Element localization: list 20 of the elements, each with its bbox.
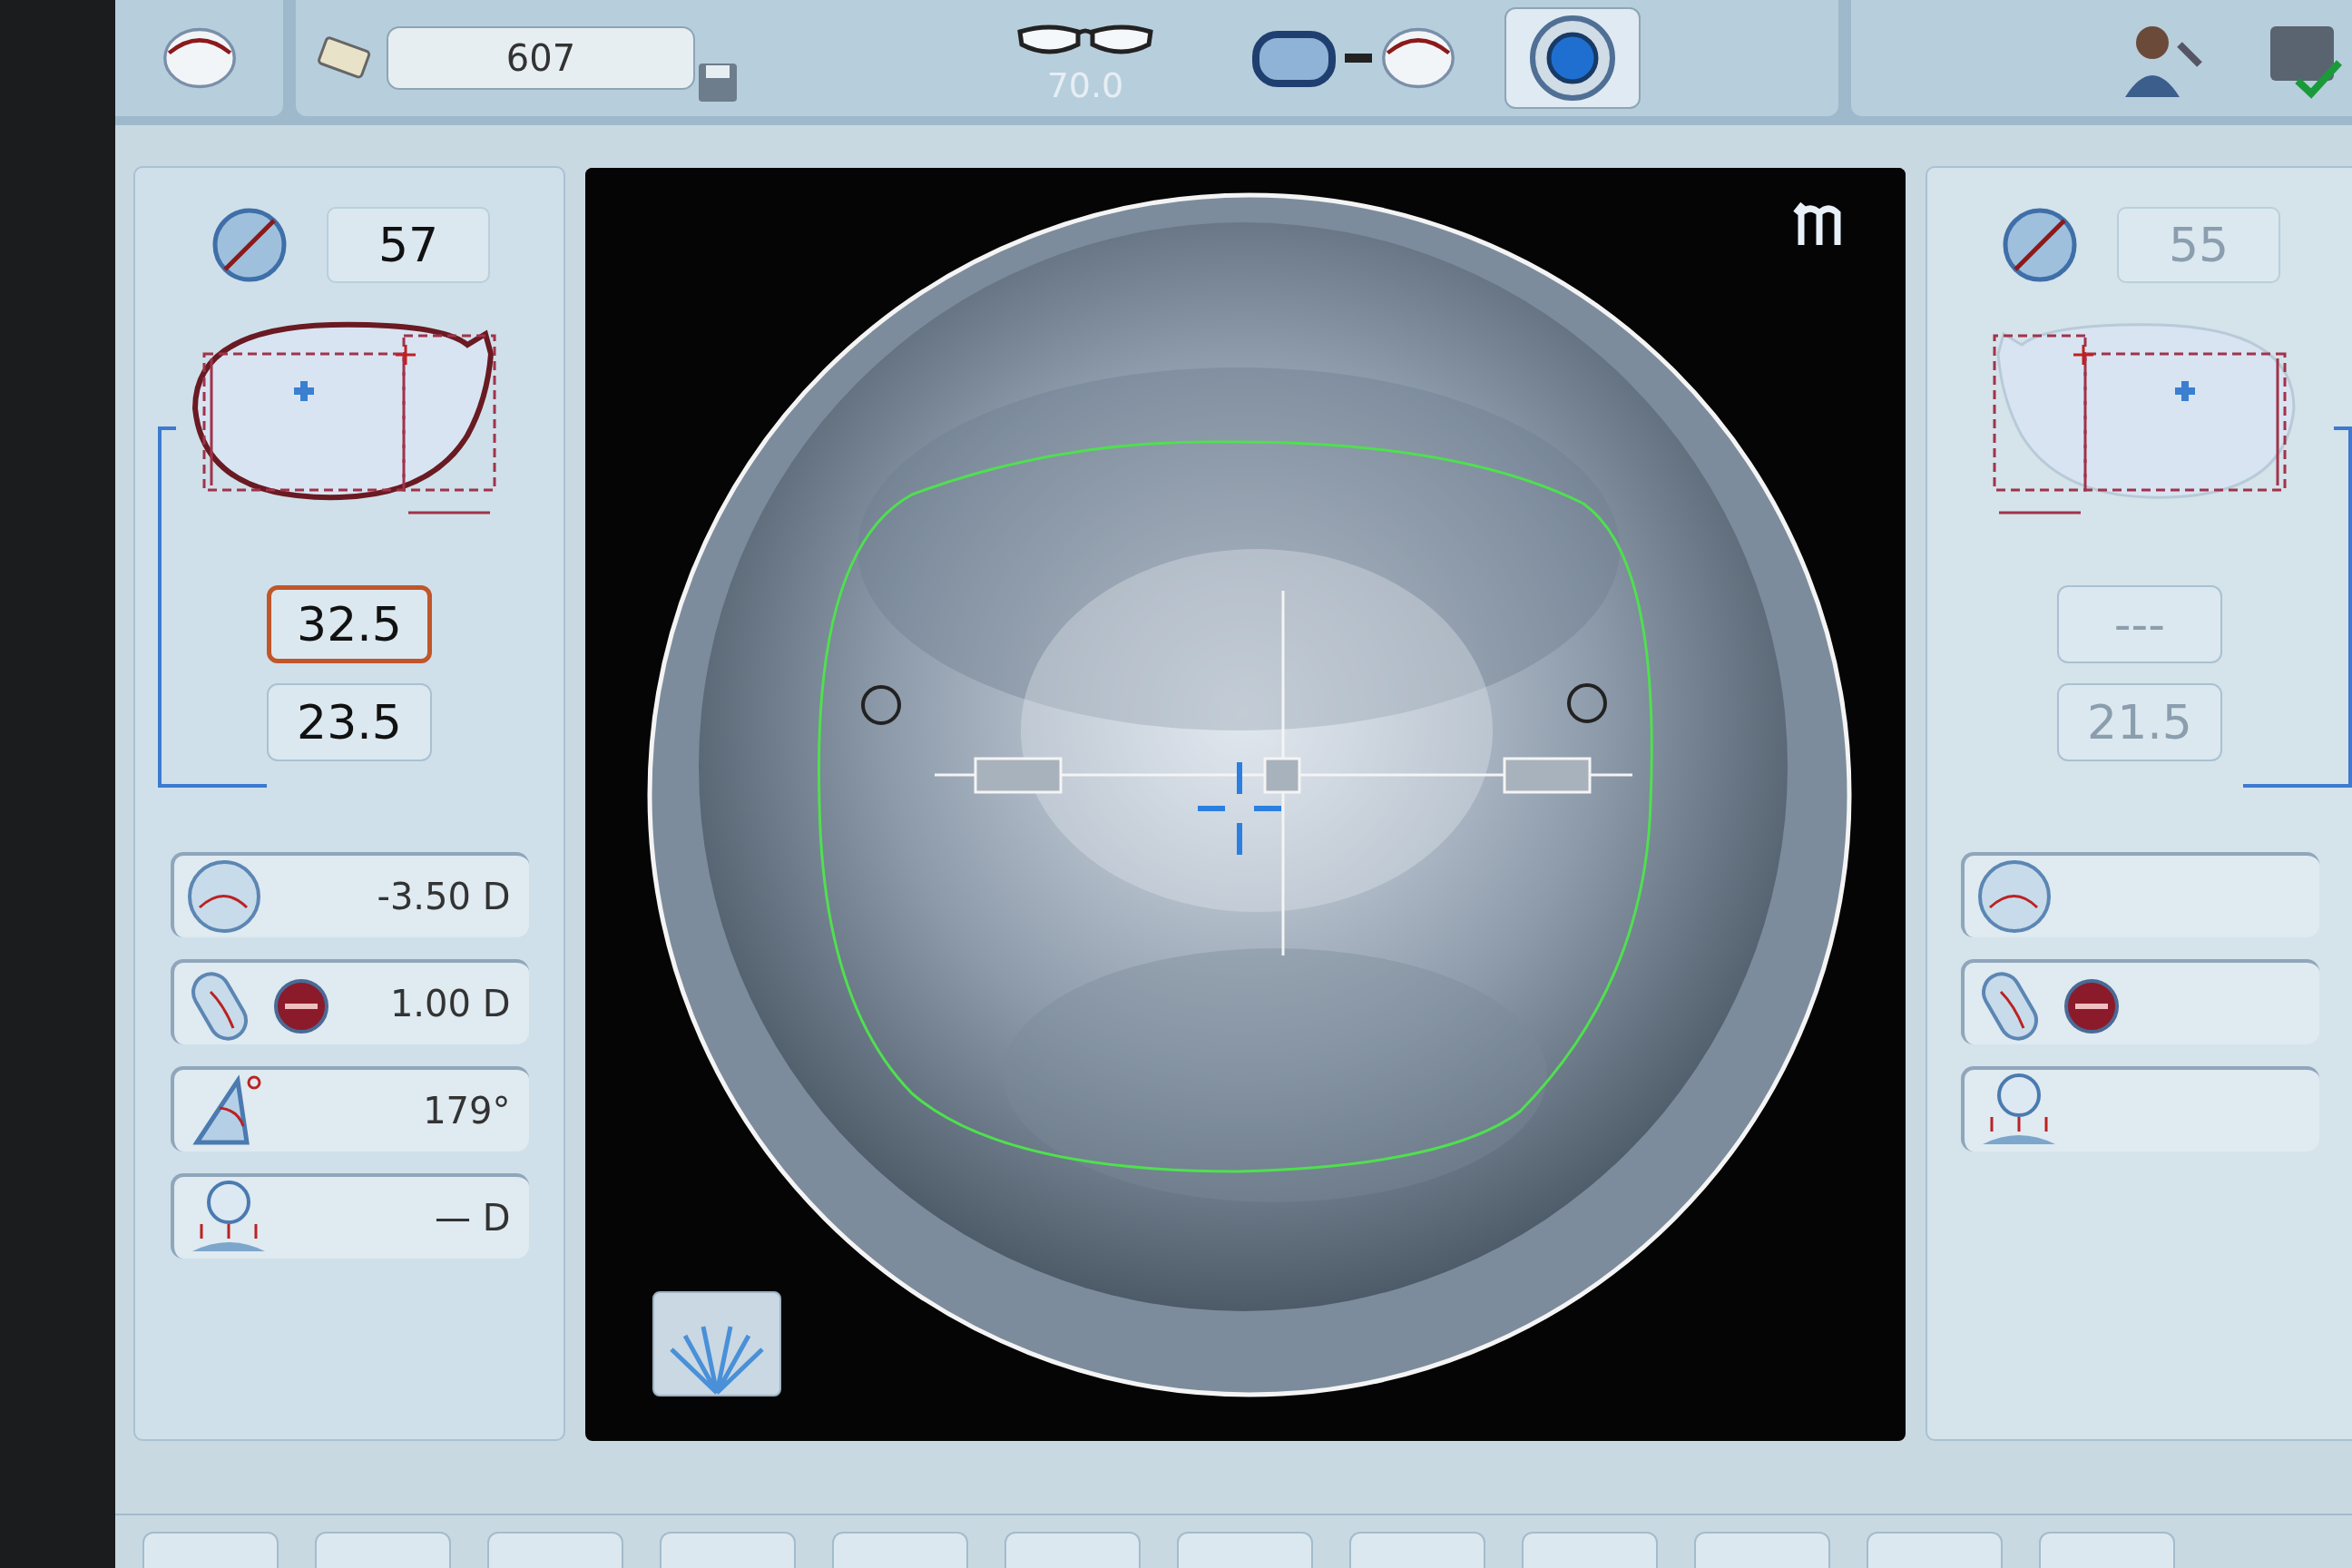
parameter-row[interactable] <box>1960 959 2319 1044</box>
marker-circle <box>1567 683 1607 723</box>
parameter-row[interactable]: — D <box>170 1173 529 1259</box>
job-number-field[interactable]: 607 <box>387 26 695 90</box>
parameter-value: -3.50 D <box>377 875 511 919</box>
height-field[interactable]: 23.5 <box>267 683 432 761</box>
diameter-field[interactable]: 57 <box>327 207 490 283</box>
parameter-value: — D <box>435 1196 511 1240</box>
marker-circle <box>861 685 901 725</box>
lens-type-button[interactable] <box>1504 7 1641 109</box>
parameter-row[interactable] <box>1960 852 2319 937</box>
height-field[interactable]: 32.5 <box>267 585 432 663</box>
parameter-row[interactable]: 179° <box>170 1066 529 1152</box>
dash-icon <box>1345 54 1372 63</box>
target-icon <box>1527 13 1618 103</box>
parameter-row[interactable]: 1.00 D <box>170 959 529 1044</box>
parameter-row[interactable]: -3.50 D <box>170 852 529 937</box>
parameter-value: 1.00 D <box>389 982 511 1026</box>
image-button[interactable] <box>652 1291 781 1396</box>
parameter-value: 179° <box>423 1089 511 1133</box>
